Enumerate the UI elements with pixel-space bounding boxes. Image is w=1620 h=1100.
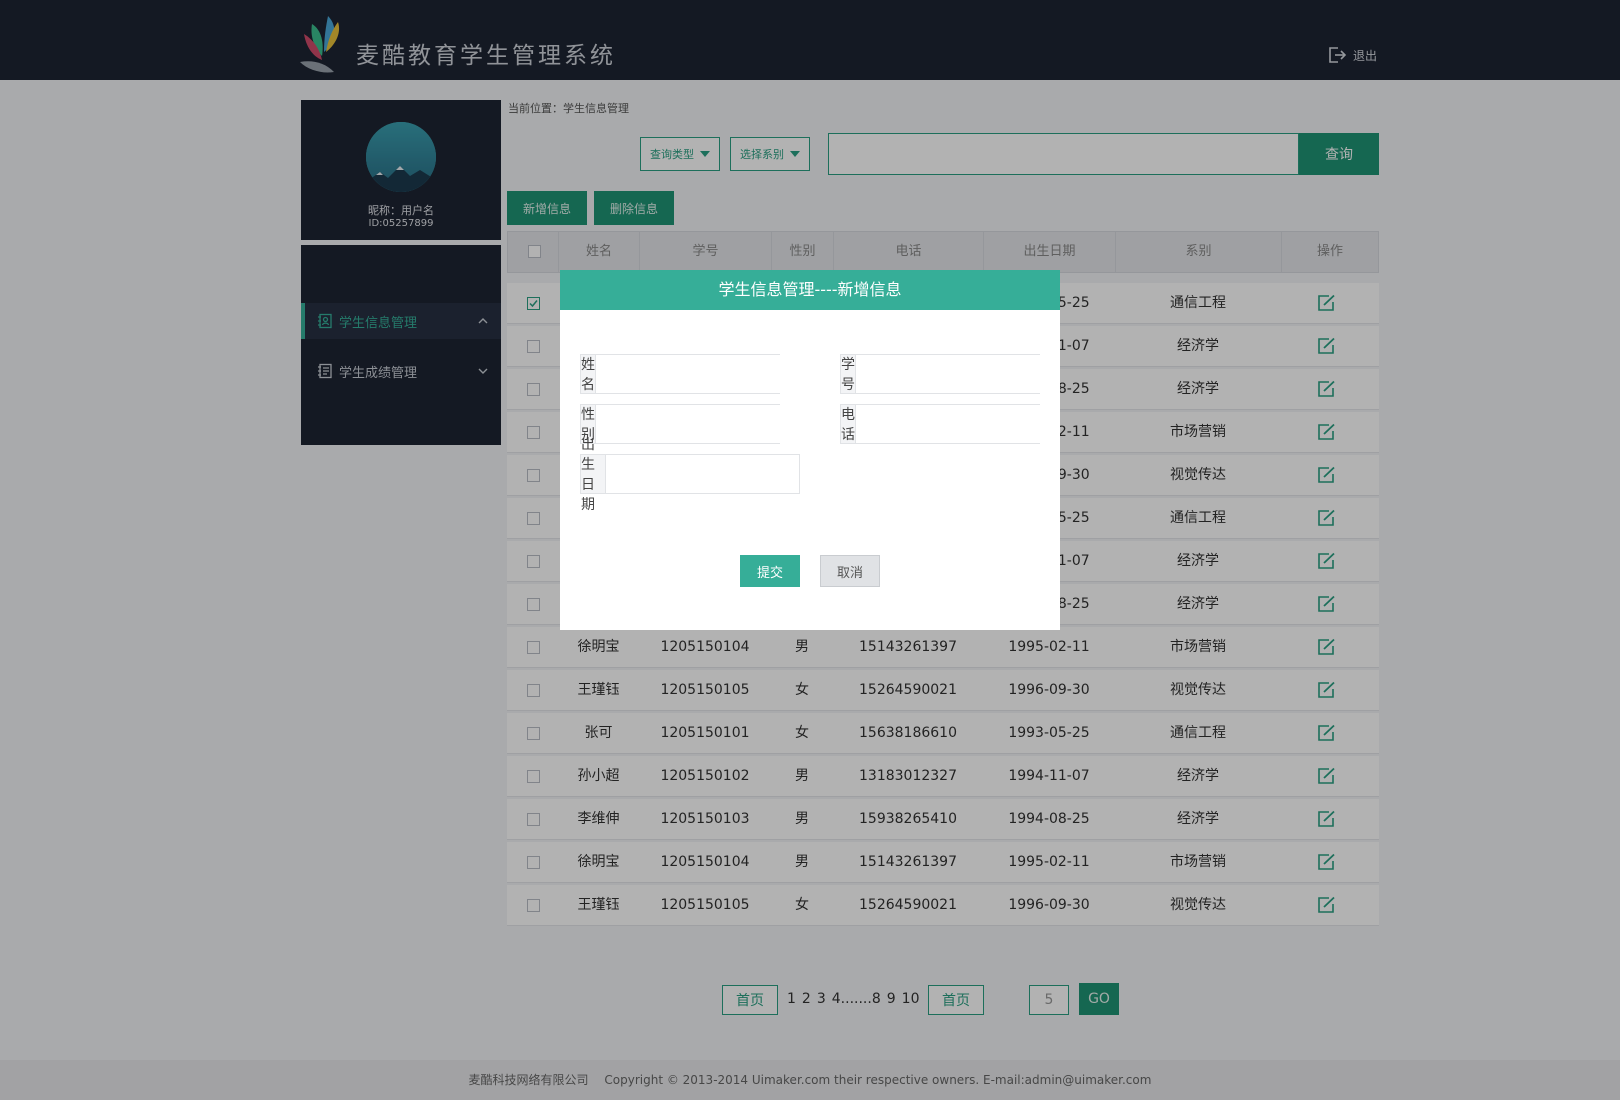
student-id-label: 学号 [841,355,856,393]
gender-input[interactable] [596,405,789,443]
phone-field: 电话 [840,404,1049,444]
birth-date-input[interactable] [606,455,799,493]
student-id-field: 学号 [840,354,1049,394]
add-student-dialog: 学生信息管理----新增信息 姓名 学号 性别 电话 出生日期 提交 取消 [560,270,1060,630]
phone-label: 电话 [841,405,856,443]
name-label: 姓名 [581,355,596,393]
phone-input[interactable] [856,405,1049,443]
student-id-input[interactable] [856,355,1049,393]
birth-date-field: 出生日期 [580,437,800,513]
submit-button[interactable]: 提交 [740,555,800,587]
name-input[interactable] [596,355,789,393]
birth-date-label: 出生日期 [581,437,606,513]
dialog-title: 学生信息管理----新增信息 [560,270,1060,310]
cancel-button[interactable]: 取消 [820,555,880,587]
name-field: 姓名 [580,354,789,394]
gender-field: 性别 [580,404,789,444]
